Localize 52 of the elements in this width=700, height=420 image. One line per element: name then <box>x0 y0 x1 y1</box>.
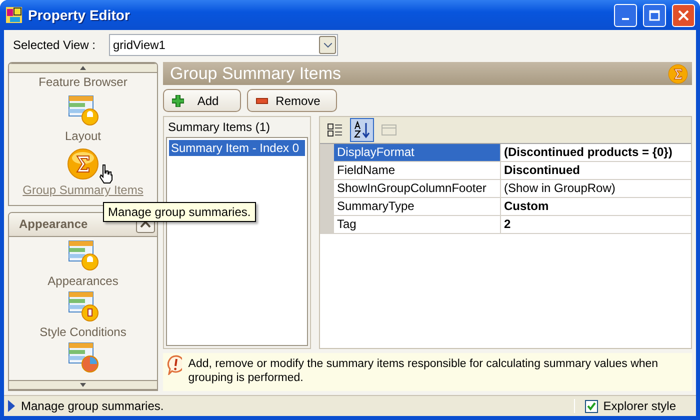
toolbar-button[interactable] <box>350 118 374 142</box>
triangle-right-icon <box>8 400 15 412</box>
group-title: Appearance <box>19 217 88 232</box>
explorer-style-checkbox[interactable] <box>585 400 598 412</box>
property-value[interactable]: Custom <box>501 198 691 215</box>
grid-wrench-icon <box>67 238 99 271</box>
remove-button[interactable]: Remove <box>247 89 337 112</box>
nav-item[interactable]: Appearances <box>48 274 118 288</box>
nav-item[interactable]: Style Conditions <box>40 324 126 339</box>
app-icon <box>6 7 22 23</box>
grid-brush-icon <box>67 290 99 322</box>
property-name[interactable]: Tag <box>334 216 501 233</box>
chevron-down-icon <box>319 36 336 54</box>
grid-chart-icon <box>67 340 99 373</box>
close-icon <box>678 10 689 20</box>
list-item[interactable]: Summary Item - Index 0 <box>169 140 305 156</box>
panel-title: Group Summary Items <box>170 64 341 84</box>
tooltip: Manage group summaries. <box>103 202 256 222</box>
add-button[interactable]: Add <box>163 89 241 112</box>
status-text: Manage group summaries. <box>21 399 165 413</box>
nav-item[interactable]: Group Summary Items <box>22 183 144 197</box>
maximize-icon <box>649 10 660 20</box>
property-value[interactable]: Discontinued <box>501 162 691 179</box>
categorized-icon <box>327 122 343 138</box>
property-name[interactable]: DisplayFormat <box>334 144 501 161</box>
window-title: Property Editor <box>28 7 131 23</box>
plus-icon <box>172 94 184 106</box>
triangle-down-icon <box>80 383 86 387</box>
scroll-down-button[interactable] <box>9 380 157 390</box>
sort-az-icon <box>354 121 370 139</box>
sigma-icon <box>668 64 688 84</box>
nav-item[interactable]: Feature Browser <box>38 75 128 89</box>
property-value[interactable]: (Discontinued products = {0}) <box>501 144 691 161</box>
selected-view-label: Selected View : <box>13 38 96 52</box>
grid-wrench-icon <box>67 94 99 126</box>
triangle-up-icon <box>80 66 86 70</box>
scroll-up-button[interactable] <box>9 63 157 73</box>
list-header: Summary Items (1) <box>167 119 272 136</box>
info-text: Add, remove or modify the summary items responsible for calculating summary values when grouping is performed. <box>188 357 660 385</box>
maximize-button[interactable] <box>643 4 666 26</box>
hand-cursor-icon <box>99 164 113 184</box>
close-button[interactable] <box>672 4 695 26</box>
property-value[interactable]: 2 <box>501 216 691 233</box>
property-pages-icon <box>381 123 397 137</box>
checkbox-label: Explorer style <box>603 399 676 413</box>
property-value[interactable]: (Show in GroupRow) <box>501 180 691 197</box>
sigma-icon <box>66 148 99 180</box>
minimize-button[interactable] <box>614 4 637 26</box>
nav-item[interactable]: Layout <box>64 129 102 143</box>
selected-view-dropdown[interactable]: gridView1 <box>109 34 338 56</box>
minimize-icon <box>622 18 629 20</box>
minus-icon <box>256 98 268 104</box>
